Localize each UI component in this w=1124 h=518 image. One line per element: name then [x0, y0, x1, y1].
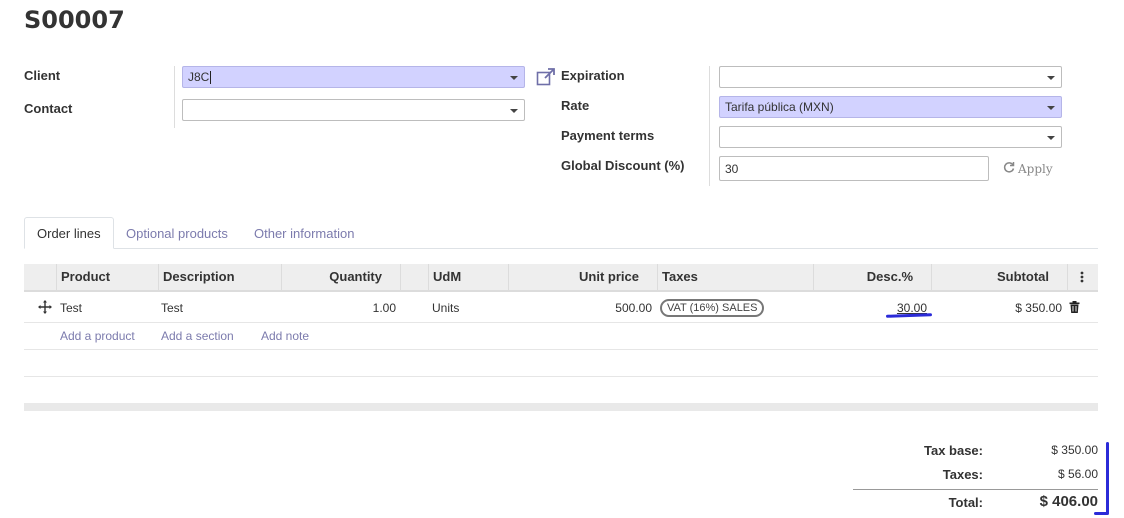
tab-optional-products[interactable]: Optional products [114, 217, 240, 249]
contact-field[interactable] [182, 99, 525, 121]
table-footer [24, 403, 1098, 411]
column-spacer [401, 264, 429, 290]
apply-label: Apply [1018, 161, 1053, 176]
label-divider [709, 66, 710, 186]
global-discount-label: Global Discount (%) [561, 158, 685, 173]
column-unit-price[interactable]: Unit price [509, 264, 658, 290]
rate-value: Tarifa pública (MXN) [725, 100, 834, 114]
column-description[interactable]: Description [159, 264, 282, 290]
tax-base-value: $ 350.00 [1051, 443, 1098, 457]
payment-terms-field[interactable] [719, 126, 1062, 148]
column-options-icon[interactable] [1068, 264, 1098, 290]
tab-other-information[interactable]: Other information [242, 217, 366, 249]
contact-dropdown-caret-icon[interactable] [510, 109, 518, 113]
row-divider [24, 322, 1098, 323]
expiration-field[interactable] [719, 66, 1062, 88]
order-lines-header: Product Description Quantity UdM Unit pr… [24, 264, 1098, 292]
annotation-bracket-foot [1094, 512, 1109, 515]
payment-terms-label: Payment terms [561, 128, 655, 143]
rate-dropdown-caret-icon[interactable] [1047, 106, 1055, 110]
table-row[interactable]: Test Test 1.00 Units 500.00 VAT (16%) SA… [24, 293, 1098, 322]
text-cursor [210, 70, 212, 84]
column-product[interactable]: Product [57, 264, 159, 290]
cell-product[interactable]: Test [60, 301, 82, 315]
total-value: $ 406.00 [1039, 493, 1098, 510]
rate-label: Rate [561, 98, 590, 113]
client-field[interactable]: J8C [182, 66, 525, 88]
tax-badge[interactable]: VAT (16%) SALES [660, 299, 765, 317]
cell-unit-price[interactable]: 500.00 [509, 301, 652, 315]
apply-button[interactable]: Apply [1003, 161, 1053, 176]
column-udm[interactable]: UdM [429, 264, 509, 290]
add-section-link[interactable]: Add a section [161, 329, 234, 343]
column-discount[interactable]: Desc.% [814, 264, 932, 290]
cell-udm[interactable]: Units [432, 301, 459, 315]
expiration-dropdown-caret-icon[interactable] [1047, 76, 1055, 80]
trash-icon[interactable] [1069, 301, 1080, 316]
annotation-bracket [1106, 442, 1109, 514]
cell-subtotal: $ 350.00 [1015, 301, 1062, 315]
taxes-label: Taxes: [942, 467, 983, 482]
totals-divider [853, 489, 1098, 490]
row-divider [24, 376, 1098, 377]
total-label: Total: [948, 495, 983, 510]
cell-description[interactable]: Test [161, 301, 183, 315]
cell-discount[interactable]: 30.00 [814, 301, 927, 315]
global-discount-input[interactable]: 30 [719, 156, 989, 181]
contact-label: Contact [24, 101, 73, 116]
payment-terms-dropdown-caret-icon[interactable] [1047, 136, 1055, 140]
row-divider [24, 349, 1098, 350]
rate-field[interactable]: Tarifa pública (MXN) [719, 96, 1062, 118]
refresh-icon [1003, 161, 1015, 176]
drag-handle-icon[interactable] [38, 300, 52, 317]
external-link-icon[interactable] [536, 68, 556, 86]
tab-order-lines[interactable]: Order lines [24, 217, 114, 249]
tax-base-label: Tax base: [923, 443, 983, 458]
column-taxes[interactable]: Taxes [658, 264, 814, 290]
page-title: S00007 [24, 6, 125, 34]
client-dropdown-caret-icon[interactable] [510, 76, 518, 80]
expiration-label: Expiration [561, 68, 625, 83]
client-value: J8C [188, 70, 210, 84]
global-discount-value: 30 [725, 161, 739, 176]
client-label: Client [24, 68, 61, 83]
drag-column-header [24, 264, 57, 290]
cell-quantity[interactable]: 1.00 [282, 301, 396, 315]
label-divider [174, 66, 175, 128]
add-product-link[interactable]: Add a product [60, 329, 135, 343]
column-subtotal[interactable]: Subtotal [932, 264, 1068, 290]
taxes-value: $ 56.00 [1057, 467, 1098, 481]
add-note-link[interactable]: Add note [261, 329, 309, 343]
column-quantity[interactable]: Quantity [282, 264, 401, 290]
